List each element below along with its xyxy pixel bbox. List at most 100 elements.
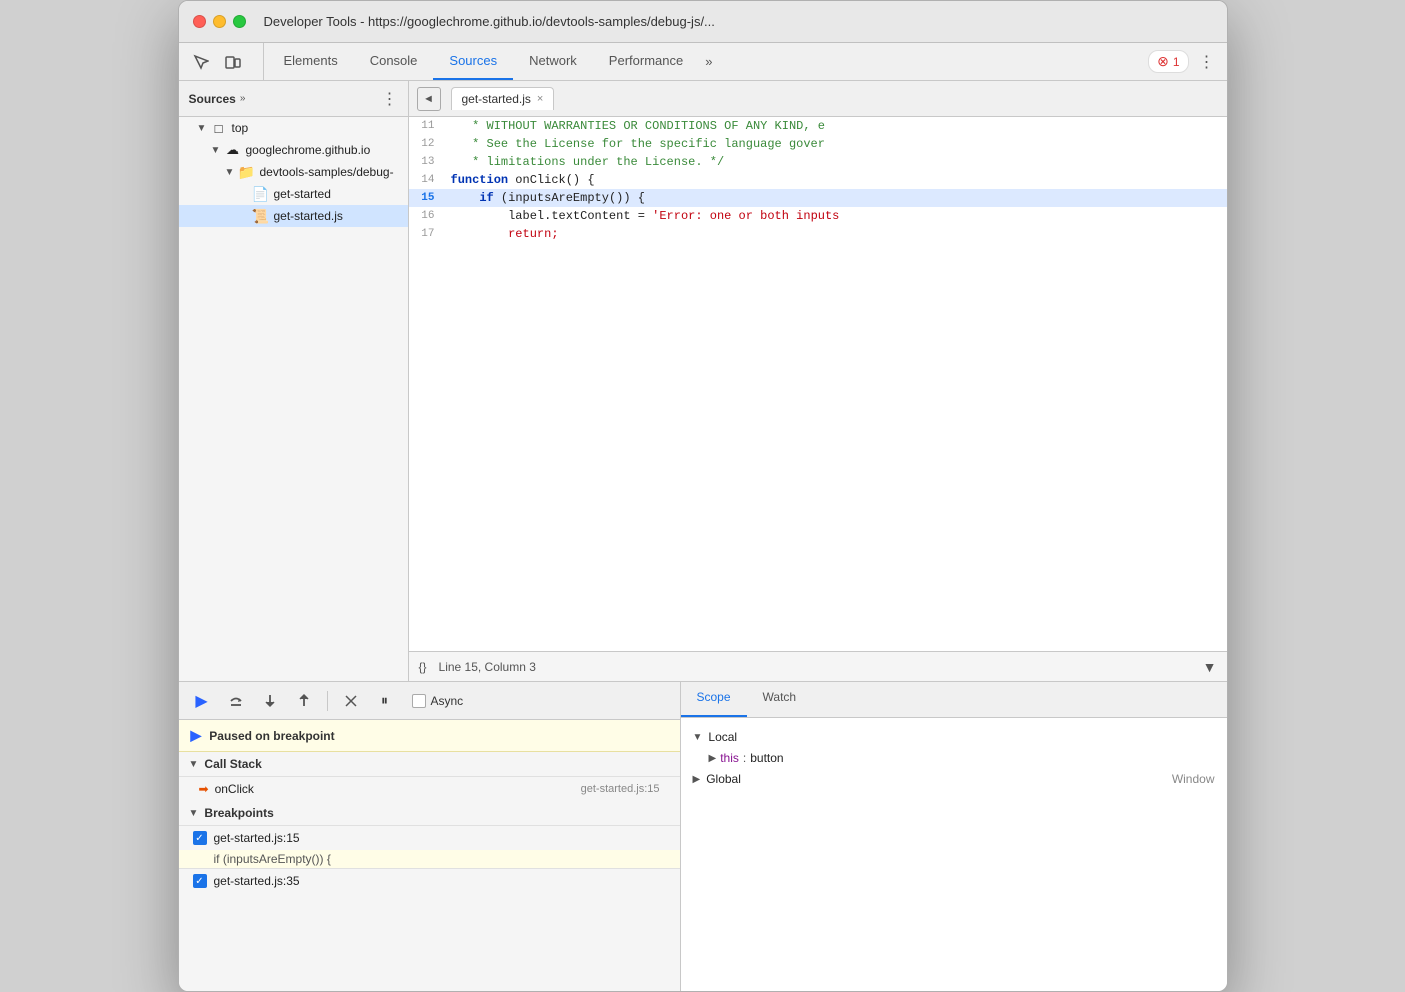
tab-elements[interactable]: Elements <box>268 43 354 80</box>
line-num-12: 12 <box>409 135 445 153</box>
more-tabs-chevron[interactable]: » <box>699 43 718 80</box>
folder-icon: 📁 <box>239 164 255 180</box>
code-tab-label: get-started.js <box>462 92 531 106</box>
title-bar: Developer Tools - https://googlechrome.g… <box>179 1 1227 43</box>
close-button[interactable] <box>193 15 206 28</box>
frame-icon: □ <box>211 120 227 136</box>
breakpoint-item-35[interactable]: get-started.js:35 <box>179 869 680 893</box>
tree-arrow-top: ▼ <box>197 123 207 134</box>
code-tab-js[interactable]: get-started.js × <box>451 87 555 110</box>
line-num-16: 16 <box>409 207 445 225</box>
scope-this-arrow: ▶ <box>709 753 717 764</box>
cursor-position: Line 15, Column 3 <box>439 660 536 674</box>
breakpoints-label: Breakpoints <box>204 806 273 820</box>
tab-bar: Elements Console Sources Network Perform… <box>179 43 1227 81</box>
scope-local-header[interactable]: ▼ Local <box>681 726 1227 748</box>
call-stack-header[interactable]: ▼ Call Stack <box>179 752 680 777</box>
pause-button[interactable]: ⏸ <box>372 688 398 714</box>
scope-this-key: this <box>720 751 739 765</box>
breakpoint-item-15[interactable]: get-started.js:15 <box>179 826 680 850</box>
breakpoints-header[interactable]: ▼ Breakpoints <box>179 801 680 826</box>
deactivate-breakpoints-button[interactable] <box>338 688 364 714</box>
code-footer: {} Line 15, Column 3 ▼ <box>409 651 1227 681</box>
line-content-16: label.textContent = 'Error: one or both … <box>445 207 1227 225</box>
scope-this-value: button <box>750 751 783 765</box>
paused-banner: ▶ Paused on breakpoint <box>179 720 680 752</box>
inspect-icon[interactable] <box>187 48 215 76</box>
step-into-button[interactable] <box>257 688 283 714</box>
bp-name-35: get-started.js:35 <box>214 874 300 888</box>
async-text: Async <box>431 694 464 708</box>
sidebar-more-icon[interactable]: ⋮ <box>382 89 398 109</box>
breakpoints-arrow-icon: ▼ <box>189 808 199 819</box>
tree-label-domain: googlechrome.github.io <box>246 143 371 157</box>
async-checkbox[interactable] <box>412 694 426 708</box>
scope-global-item[interactable]: ▶ Global Window <box>681 768 1227 790</box>
sidebar-title: Sources <box>189 92 236 106</box>
paused-message: Paused on breakpoint <box>209 729 334 743</box>
device-toolbar-icon[interactable] <box>219 48 247 76</box>
step-over-button[interactable] <box>223 688 249 714</box>
sidebar-chevron-icon[interactable]: » <box>240 93 246 104</box>
tree-item-html[interactable]: 📄 get-started <box>179 183 408 205</box>
tree-item-folder[interactable]: ▼ 📁 devtools-samples/debug- <box>179 161 408 183</box>
more-options-icon[interactable]: ⋮ <box>1195 52 1219 72</box>
tree-label-html: get-started <box>274 187 331 201</box>
call-stack-label: Call Stack <box>204 757 261 771</box>
line-content-11: * WITHOUT WARRANTIES OR CONDITIONS OF AN… <box>445 117 1227 135</box>
scope-global-name: ▶ Global <box>693 772 741 786</box>
sidebar: Sources » ⋮ ▼ □ top ▼ ☁ googlechrome.git… <box>179 81 409 681</box>
main-panel: Sources » ⋮ ▼ □ top ▼ ☁ googlechrome.git… <box>179 81 1227 681</box>
line-content-17: return; <box>445 225 1227 243</box>
tree-item-domain[interactable]: ▼ ☁ googlechrome.github.io <box>179 139 408 161</box>
code-line-13: 13 * limitations under the License. */ <box>409 153 1227 171</box>
line-content-15: if (inputsAreEmpty()) { <box>445 189 1227 207</box>
resume-button[interactable]: ▶ <box>189 688 215 714</box>
footer-format-icon[interactable]: ▼ <box>1203 659 1217 675</box>
nav-back-icon[interactable]: ◄ <box>417 87 441 111</box>
tab-scope[interactable]: Scope <box>681 682 747 717</box>
scope-colon: : <box>743 751 746 765</box>
scope-global-arrow: ▶ <box>693 774 701 785</box>
error-badge[interactable]: ⊗ 1 <box>1148 50 1188 73</box>
line-content-12: * See the License for the specific langu… <box>445 135 1227 153</box>
domain-icon: ☁ <box>225 142 241 158</box>
tab-performance[interactable]: Performance <box>593 43 699 80</box>
maximize-button[interactable] <box>233 15 246 28</box>
scope-content: ▼ Local ▶ this : button ▶ Global Window <box>681 718 1227 991</box>
tree-label-folder: devtools-samples/debug- <box>260 165 394 179</box>
debugger-toolbar: ▶ ⏸ Async <box>179 682 680 720</box>
call-stack-name: onClick <box>215 782 575 796</box>
tree-arrow-folder: ▼ <box>225 167 235 178</box>
code-tab-close-icon[interactable]: × <box>537 93 543 105</box>
window-title: Developer Tools - https://googlechrome.g… <box>264 14 715 29</box>
call-stack-location: get-started.js:15 <box>581 783 660 795</box>
scope-local-arrow: ▼ <box>693 732 703 743</box>
tree-label-js: get-started.js <box>274 209 343 223</box>
tab-watch[interactable]: Watch <box>747 682 813 717</box>
bp-condition-15: if (inputsAreEmpty()) { <box>179 850 680 869</box>
line-num-11: 11 <box>409 117 445 135</box>
tree-item-top[interactable]: ▼ □ top <box>179 117 408 139</box>
tab-console[interactable]: Console <box>354 43 434 80</box>
scope-this-item[interactable]: ▶ this : button <box>681 748 1227 768</box>
line-num-14: 14 <box>409 171 445 189</box>
code-tabs-bar: ◄ get-started.js × <box>409 81 1227 117</box>
tree-arrow-domain: ▼ <box>211 145 221 156</box>
code-line-14: 14 function onClick() { <box>409 171 1227 189</box>
format-braces[interactable]: {} <box>419 660 427 674</box>
code-line-12: 12 * See the License for the specific la… <box>409 135 1227 153</box>
minimize-button[interactable] <box>213 15 226 28</box>
devtools-window: Developer Tools - https://googlechrome.g… <box>178 0 1228 992</box>
tab-sources[interactable]: Sources <box>433 43 513 80</box>
bp-name-15: get-started.js:15 <box>214 831 300 845</box>
bp-checkbox-15[interactable] <box>193 831 207 845</box>
tree-item-js[interactable]: 📜 get-started.js <box>179 205 408 227</box>
error-count: 1 <box>1173 55 1180 69</box>
tab-network[interactable]: Network <box>513 43 593 80</box>
step-out-button[interactable] <box>291 688 317 714</box>
bp-checkbox-35[interactable] <box>193 874 207 888</box>
call-stack-item-onclick[interactable]: ➡ onClick get-started.js:15 <box>179 777 680 801</box>
debugger-panel: ▶ ⏸ Async <box>179 681 1227 991</box>
main-tabs: Elements Console Sources Network Perform… <box>268 43 1149 80</box>
